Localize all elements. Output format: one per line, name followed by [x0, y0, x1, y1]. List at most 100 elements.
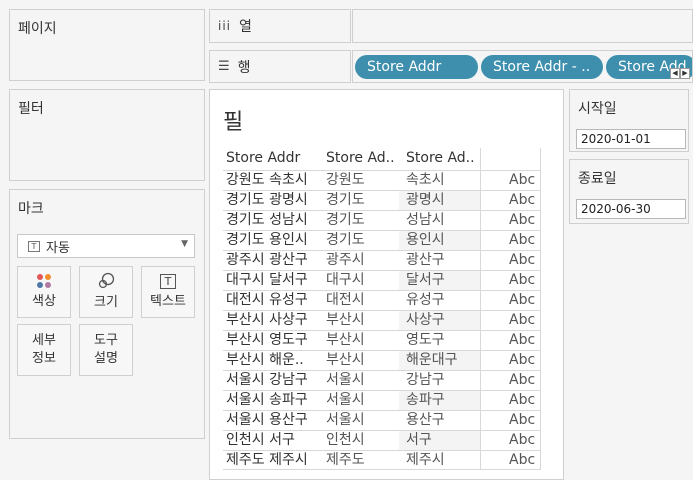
- cell-store-addr: 부산시 영도구: [226, 332, 308, 348]
- table-row[interactable]: 서울시 송파구 서울시 송파구 Abc: [223, 390, 541, 410]
- marks-card: 마크 T 자동 ▼ 색상 크기 T 텍스트 세부 정보 도구 설명: [9, 189, 205, 439]
- worksheet-title: 필: [223, 110, 244, 135]
- rows-shelf-title: 행: [237, 59, 251, 76]
- marks-card-title: 마크: [18, 201, 44, 217]
- shelf-scroll-right-button[interactable]: ▶: [680, 68, 690, 79]
- cell-store-addr: 대전시 유성구: [226, 292, 308, 308]
- header-store-addr[interactable]: Store Addr: [226, 150, 324, 170]
- table-row[interactable]: 경기도 성남시 경기도 성남시 Abc: [223, 210, 541, 230]
- cell-text-mark: Abc: [509, 232, 536, 248]
- columns-shelf[interactable]: [352, 9, 693, 43]
- cell-store-addr: 경기도 광명시: [226, 192, 308, 208]
- cell-city: 영도구: [406, 332, 445, 348]
- table-row[interactable]: 강원도 속초시 강원도 속초시 Abc: [223, 170, 541, 190]
- cell-store-addr: 서울시 송파구: [226, 392, 308, 408]
- rows-shelf-label: ☰ 행: [209, 50, 351, 83]
- table-row[interactable]: 인천시 서구 인천시 서구 Abc: [223, 430, 541, 450]
- cell-province: 인천시: [326, 432, 365, 448]
- color-button[interactable]: 색상: [17, 266, 71, 318]
- cell-text-mark: Abc: [509, 392, 536, 408]
- cell-province: 강원도: [326, 172, 365, 188]
- columns-shelf-label: iii 열: [209, 9, 351, 43]
- cell-province: 경기도: [326, 192, 365, 208]
- rows-icon: ☰: [218, 59, 230, 74]
- cell-city: 송파구: [406, 392, 445, 408]
- cell-store-addr: 서울시 강남구: [226, 372, 308, 388]
- text-mark-icon: T: [28, 240, 40, 252]
- header-store-addr-city[interactable]: Store Ad..: [406, 150, 482, 170]
- cell-text-mark: Abc: [509, 212, 536, 228]
- mark-type-dropdown[interactable]: T 자동 ▼: [17, 234, 195, 258]
- header-divider-1: [480, 148, 481, 170]
- cell-province: 부산시: [326, 332, 365, 348]
- cell-text-mark: Abc: [509, 192, 536, 208]
- end-date-card: 종료일 2020-06-30: [569, 159, 689, 224]
- filters-card-title: 필터: [18, 101, 44, 117]
- table-row[interactable]: 대전시 유성구 대전시 유성구 Abc: [223, 290, 541, 310]
- table-row[interactable]: 광주시 광산구 광주시 광산구 Abc: [223, 250, 541, 270]
- cell-text-mark: Abc: [509, 252, 536, 268]
- cell-text-mark: Abc: [509, 272, 536, 288]
- text-box-icon: T: [160, 273, 176, 289]
- cell-city: 용인시: [406, 232, 445, 248]
- end-date-title: 종료일: [578, 171, 617, 187]
- cell-city: 광명시: [406, 192, 445, 208]
- tooltip-button-label: 도구 설명: [94, 333, 118, 366]
- cell-city: 유성구: [406, 292, 445, 308]
- cell-text-mark: Abc: [509, 292, 536, 308]
- column-divider: [480, 170, 481, 470]
- rows-pill-store-addr-province[interactable]: Store Addr - ..: [481, 55, 603, 79]
- cell-province: 부산시: [326, 352, 365, 368]
- cell-store-addr: 강원도 속초시: [226, 172, 308, 188]
- cell-province: 광주시: [326, 252, 365, 268]
- text-button-label: 텍스트: [150, 293, 186, 309]
- rows-pill-store-addr[interactable]: Store Addr: [355, 55, 478, 79]
- cell-province: 경기도: [326, 212, 365, 228]
- start-date-card: 시작일 2020-01-01: [569, 89, 689, 152]
- table-row[interactable]: 경기도 용인시 경기도 용인시 Abc: [223, 230, 541, 250]
- table-row[interactable]: 서울시 강남구 서울시 강남구 Abc: [223, 370, 541, 390]
- end-date-input[interactable]: 2020-06-30: [576, 199, 686, 219]
- table-row[interactable]: 서울시 용산구 서울시 용산구 Abc: [223, 410, 541, 430]
- detail-button[interactable]: 세부 정보: [17, 324, 71, 376]
- table-row[interactable]: 부산시 해운.. 부산시 해운대구 Abc: [223, 350, 541, 370]
- header-store-addr-province[interactable]: Store Ad..: [326, 150, 404, 170]
- size-button-label: 크기: [94, 295, 118, 310]
- cell-text-mark: Abc: [509, 372, 536, 388]
- shelf-scroll-left-button[interactable]: ◀: [670, 68, 680, 79]
- cell-province: 제주도: [326, 452, 365, 468]
- worksheet-view: 필 Store Addr Store Ad.. Store Ad.. 강원도 속…: [209, 89, 564, 480]
- text-button[interactable]: T 텍스트: [141, 266, 195, 318]
- pages-card[interactable]: 페이지: [9, 9, 205, 81]
- cell-text-mark: Abc: [509, 172, 536, 188]
- cell-city: 제주시: [406, 452, 445, 468]
- cell-text-mark: Abc: [509, 412, 536, 428]
- cell-store-addr: 제주도 제주시: [226, 452, 308, 468]
- cell-province: 대전시: [326, 292, 365, 308]
- cell-text-mark: Abc: [509, 352, 536, 368]
- table-row[interactable]: 부산시 사상구 부산시 사상구 Abc: [223, 310, 541, 330]
- header-divider-2: [540, 148, 541, 170]
- table-row[interactable]: 부산시 영도구 부산시 영도구 Abc: [223, 330, 541, 350]
- table-row[interactable]: 대구시 달서구 대구시 달서구 Abc: [223, 270, 541, 290]
- column-divider: [540, 170, 541, 470]
- table-row[interactable]: 제주도 제주시 제주도 제주시 Abc: [223, 450, 541, 470]
- color-dots-icon: [37, 274, 51, 288]
- rows-shelf[interactable]: Store Addr Store Addr - .. Store Add ◀ ▶: [352, 50, 693, 83]
- table-row[interactable]: 경기도 광명시 경기도 광명시 Abc: [223, 190, 541, 210]
- tooltip-button[interactable]: 도구 설명: [79, 324, 133, 376]
- cell-city: 해운대구: [406, 352, 458, 368]
- cell-city: 속초시: [406, 172, 445, 188]
- cell-store-addr: 부산시 사상구: [226, 312, 308, 328]
- cell-city: 용산구: [406, 412, 445, 428]
- cell-store-addr: 인천시 서구: [226, 432, 295, 448]
- cell-province: 서울시: [326, 412, 365, 428]
- filters-card[interactable]: 필터: [9, 89, 205, 181]
- cell-text-mark: Abc: [509, 332, 536, 348]
- start-date-input[interactable]: 2020-01-01: [576, 129, 686, 149]
- cell-city: 사상구: [406, 312, 445, 328]
- size-circles-icon: [98, 272, 115, 289]
- cell-city: 달서구: [406, 272, 445, 288]
- pages-card-title: 페이지: [18, 21, 57, 37]
- size-button[interactable]: 크기: [79, 266, 133, 318]
